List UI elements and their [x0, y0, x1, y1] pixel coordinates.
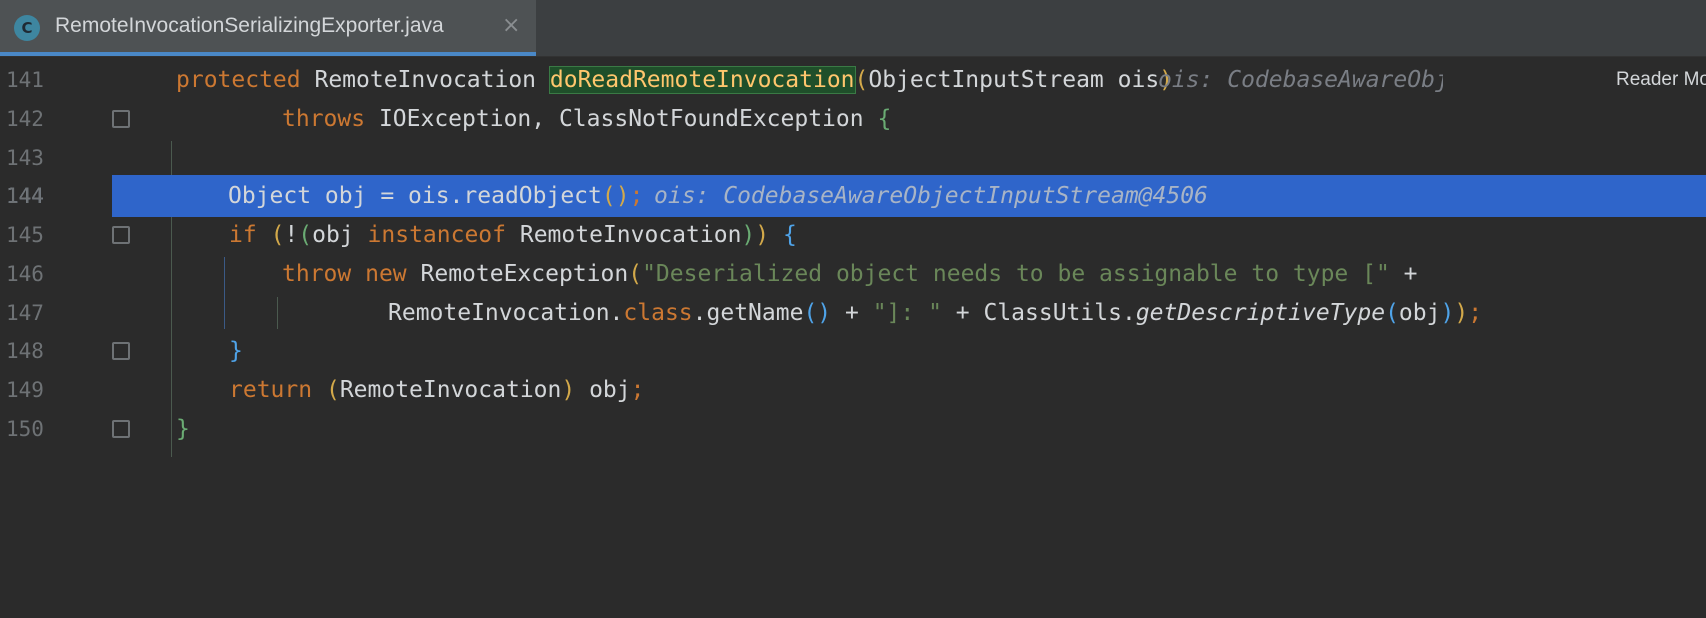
code-text: return (RemoteInvocation) obj; — [229, 369, 644, 411]
code-text: throw new RemoteException("Deserialized … — [282, 253, 1418, 295]
file-tab[interactable]: C RemoteInvocationSerializingExporter.ja… — [0, 0, 536, 56]
file-tab-title[interactable]: RemoteInvocationSerializingExporter.java — [55, 14, 444, 38]
line-number: 141 — [6, 68, 44, 92]
code-text: } — [229, 330, 243, 372]
fold-marker-icon[interactable] — [112, 110, 130, 128]
keyword: return — [229, 377, 313, 403]
keyword: if — [229, 222, 257, 248]
identifier: obj — [575, 377, 631, 403]
static-method: getDescriptiveType — [1135, 300, 1386, 326]
identifier: obj — [312, 222, 368, 248]
paren: ( — [628, 261, 643, 287]
paren: ( — [325, 377, 340, 403]
code-line[interactable]: 150 } — [0, 408, 1706, 450]
code-text: if (!(obj instanceof RemoteInvocation)) … — [229, 214, 797, 256]
operator: ! — [284, 222, 299, 248]
paren: ) — [561, 377, 576, 403]
fold-marker-icon[interactable] — [112, 226, 130, 244]
operator: + ClassUtils. — [941, 300, 1136, 326]
paren: ( — [854, 67, 869, 93]
code-line[interactable]: 143 — [0, 137, 1706, 179]
fold-marker-icon[interactable] — [112, 420, 130, 438]
close-icon[interactable]: × — [502, 13, 520, 38]
line-number: 149 — [6, 378, 44, 402]
current-execution-line[interactable]: 144 Object obj = ois.readObject(); ois: … — [6, 175, 1706, 217]
code-text: Object obj = ois.readObject(); — [228, 175, 643, 217]
method-name[interactable]: doReadRemoteInvocation — [548, 66, 856, 94]
keyword: protected — [176, 67, 301, 93]
code-line[interactable]: 146 throw new RemoteException("Deseriali… — [0, 253, 1706, 295]
code-text: RemoteInvocation.class.getName() + "]: "… — [388, 292, 1482, 334]
argument: obj — [1398, 300, 1441, 326]
gutter-cell: 144 — [0, 175, 112, 217]
code-line[interactable]: 145 if (!(obj instanceof RemoteInvocatio… — [0, 214, 1706, 256]
paren: ( — [298, 222, 313, 248]
paren: ) — [755, 222, 770, 248]
inline-debug-hint: ois: CodebaseAwareObje — [1158, 67, 1443, 93]
keyword: throws — [282, 106, 366, 132]
keyword: instanceof — [367, 222, 507, 248]
code-text: protected RemoteInvocation doReadRemoteI… — [176, 59, 1173, 101]
code-text: } — [176, 408, 190, 450]
line-number: 148 — [6, 339, 44, 363]
code-line[interactable]: 149 return (RemoteInvocation) obj; — [0, 369, 1706, 411]
line-number: 143 — [6, 146, 44, 170]
line-number: 142 — [6, 107, 44, 131]
exceptions: IOException, ClassNotFoundException — [365, 106, 878, 132]
line-number: 144 — [6, 184, 44, 208]
paren: ) — [741, 222, 756, 248]
brace: } — [229, 338, 243, 364]
keyword: new — [365, 261, 407, 287]
brace: } — [176, 416, 190, 442]
brace: { — [877, 106, 892, 132]
paren: () — [803, 300, 832, 326]
fold-marker-icon[interactable] — [112, 342, 130, 360]
code-line[interactable]: 148 } — [0, 330, 1706, 372]
line-number: 146 — [6, 262, 44, 286]
identifier: RemoteInvocation. — [388, 300, 624, 326]
line-number: 150 — [6, 417, 44, 441]
code-line[interactable]: 141 protected RemoteInvocation doReadRem… — [0, 59, 1706, 101]
java-class-icon: C — [14, 15, 40, 41]
keyword: class — [623, 300, 693, 326]
paren: ) — [1440, 300, 1455, 326]
semicolon: ; — [629, 183, 644, 209]
parameter: ObjectInputStream ois — [868, 67, 1160, 93]
string-literal: "Deserialized object needs to be assigna… — [642, 261, 1390, 287]
code-editor[interactable]: 141 protected RemoteInvocation doReadRem… — [0, 57, 1706, 482]
type: RemoteInvocation — [506, 222, 742, 248]
code-line[interactable]: 147 RemoteInvocation.class.getName() + "… — [0, 292, 1706, 334]
code-line[interactable]: 142 throws IOException, ClassNotFoundExc… — [0, 98, 1706, 140]
operator: + — [1389, 261, 1418, 287]
line-number: 145 — [6, 223, 44, 247]
statement: Object obj = ois.readObject — [228, 183, 602, 209]
paren: ( — [1385, 300, 1399, 326]
paren: ) — [1454, 300, 1469, 326]
return-type: RemoteInvocation — [300, 67, 550, 93]
method-call: .getName — [692, 300, 804, 326]
inline-debug-hint: ois: CodebaseAwareObjectInputStream@4506 — [654, 183, 1208, 209]
semicolon: ; — [1468, 300, 1483, 326]
type: RemoteInvocation — [339, 377, 562, 403]
semicolon: ; — [630, 377, 645, 403]
editor-tab-bar: C RemoteInvocationSerializingExporter.ja… — [0, 0, 1706, 57]
paren: () — [601, 183, 630, 209]
operator: + — [831, 300, 873, 326]
string-literal: "]: " — [872, 300, 942, 326]
keyword: throw — [282, 261, 352, 287]
class-name: RemoteException — [406, 261, 629, 287]
code-text: throws IOException, ClassNotFoundExcepti… — [282, 98, 891, 140]
brace: { — [783, 222, 797, 248]
reader-mode-link[interactable]: Reader Mode — [1616, 59, 1706, 101]
line-number: 147 — [6, 301, 44, 325]
paren: ( — [270, 222, 285, 248]
